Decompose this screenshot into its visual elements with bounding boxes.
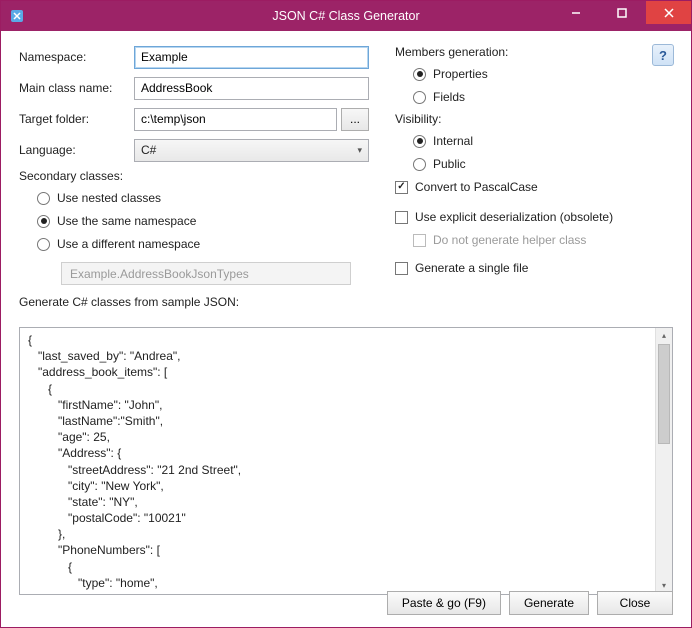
members-generation-label: Members generation:: [395, 45, 673, 59]
radio-icon: [413, 158, 426, 171]
check-no-helper-class: Do not generate helper class: [413, 231, 673, 249]
target-label: Target folder:: [19, 112, 134, 126]
help-button[interactable]: ?: [652, 44, 674, 66]
check-single-file[interactable]: Generate a single file: [395, 259, 673, 277]
radio-label: Use the same namespace: [57, 214, 196, 228]
radio-icon: [37, 215, 50, 228]
paste-and-go-button[interactable]: Paste & go (F9): [387, 591, 501, 615]
radio-icon: [37, 238, 50, 251]
titlebar[interactable]: JSON C# Class Generator: [1, 1, 691, 31]
different-namespace-input: [61, 262, 351, 285]
radio-label: Use a different namespace: [57, 237, 200, 251]
maximize-button[interactable]: [599, 1, 645, 24]
json-sample-textarea[interactable]: { "last_saved_by": "Andrea", "address_bo…: [19, 327, 673, 595]
radio-label: Use nested classes: [57, 191, 161, 205]
generate-classes-label: Generate C# classes from sample JSON:: [19, 295, 673, 309]
radio-internal[interactable]: Internal: [413, 132, 673, 150]
radio-same-namespace[interactable]: Use the same namespace: [37, 212, 369, 230]
radio-properties[interactable]: Properties: [413, 65, 673, 83]
minimize-button[interactable]: [553, 1, 599, 24]
mainclass-label: Main class name:: [19, 81, 134, 95]
radio-public[interactable]: Public: [413, 155, 673, 173]
target-folder-input[interactable]: [134, 108, 337, 131]
checkbox-icon: [413, 234, 426, 247]
browse-button[interactable]: ...: [341, 108, 369, 131]
radio-label: Public: [433, 157, 466, 171]
visibility-label: Visibility:: [395, 112, 673, 126]
checkbox-label: Do not generate helper class: [433, 233, 586, 247]
generate-button[interactable]: Generate: [509, 591, 589, 615]
right-column: Members generation: Properties Fields Vi…: [369, 45, 673, 289]
scroll-up-icon[interactable]: ▴: [656, 328, 672, 344]
language-combo[interactable]: C# ▾: [134, 139, 369, 162]
check-pascalcase[interactable]: Convert to PascalCase: [395, 178, 673, 196]
checkbox-label: Use explicit deserialization (obsolete): [415, 210, 613, 224]
json-content: { "last_saved_by": "Andrea", "address_bo…: [28, 333, 241, 595]
secondary-classes-label: Secondary classes:: [19, 169, 369, 183]
radio-nested-classes[interactable]: Use nested classes: [37, 189, 369, 207]
checkbox-icon: [395, 211, 408, 224]
radio-icon: [413, 135, 426, 148]
radio-icon: [37, 192, 50, 205]
app-window: JSON C# Class Generator ? Namespace: Ma: [0, 0, 692, 628]
namespace-input[interactable]: [134, 46, 369, 69]
close-button[interactable]: Close: [597, 591, 673, 615]
left-column: Namespace: Main class name: Target folde…: [19, 45, 369, 289]
button-bar: Paste & go (F9) Generate Close: [387, 591, 673, 615]
radio-label: Internal: [433, 134, 473, 148]
checkbox-label: Generate a single file: [415, 261, 528, 275]
radio-label: Fields: [433, 90, 465, 104]
vertical-scrollbar[interactable]: ▴▾: [655, 328, 672, 594]
namespace-label: Namespace:: [19, 50, 134, 64]
radio-fields[interactable]: Fields: [413, 88, 673, 106]
language-value: C#: [141, 143, 156, 157]
chevron-down-icon: ▾: [357, 145, 362, 156]
app-icon: [9, 8, 25, 24]
radio-different-namespace[interactable]: Use a different namespace: [37, 235, 369, 253]
window-controls: [553, 1, 691, 31]
checkbox-icon: [395, 181, 408, 194]
radio-icon: [413, 68, 426, 81]
dialog-body: ? Namespace: Main class name: Target fol…: [1, 31, 691, 627]
close-window-button[interactable]: [645, 1, 691, 24]
scrollbar-thumb[interactable]: [658, 344, 670, 444]
radio-label: Properties: [433, 67, 488, 81]
checkbox-label: Convert to PascalCase: [415, 180, 538, 194]
radio-icon: [413, 91, 426, 104]
language-label: Language:: [19, 143, 134, 157]
check-explicit-deserialization[interactable]: Use explicit deserialization (obsolete): [395, 208, 673, 226]
mainclass-input[interactable]: [134, 77, 369, 100]
checkbox-icon: [395, 262, 408, 275]
